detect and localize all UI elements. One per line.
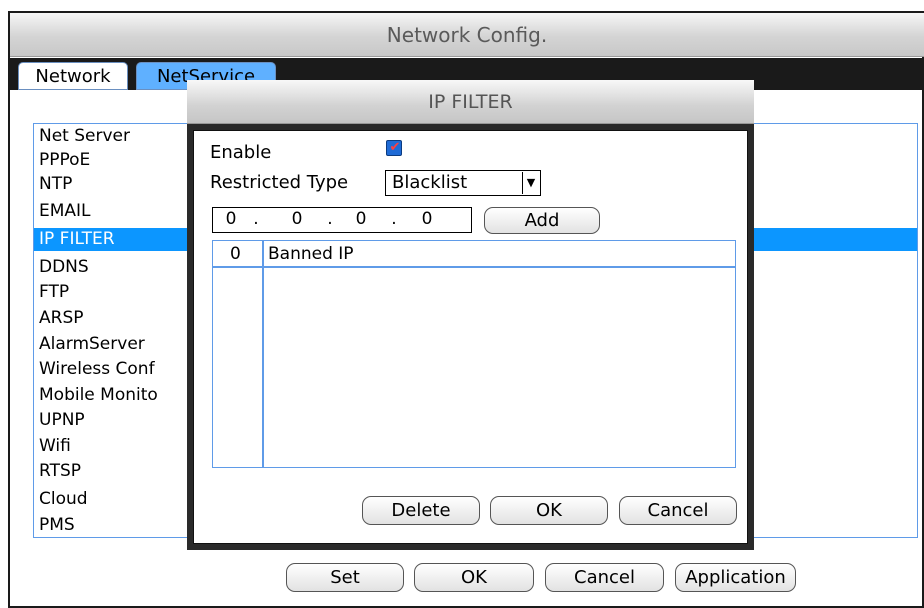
list-item-alarmserver[interactable]: AlarmServer xyxy=(39,333,145,356)
banned-ip-table[interactable] xyxy=(212,240,736,468)
cancel-button[interactable]: Cancel xyxy=(545,563,664,592)
list-item-net-server[interactable]: Net Server xyxy=(39,125,130,148)
dialog-title: IP FILTER xyxy=(187,80,754,124)
list-item-cloud[interactable]: Cloud xyxy=(39,488,88,511)
enable-checkbox[interactable]: ✔ xyxy=(386,140,402,156)
window-title: Network Config. xyxy=(10,13,924,57)
add-button[interactable]: Add xyxy=(484,207,600,234)
list-item-rtsp[interactable]: RTSP xyxy=(39,460,81,483)
ip-octet-4[interactable]: 0 xyxy=(416,207,438,233)
tab-network[interactable]: Network xyxy=(18,62,128,90)
ip-dot: . xyxy=(253,209,259,229)
set-button[interactable]: Set xyxy=(286,563,404,592)
dialog-cancel-button[interactable]: Cancel xyxy=(619,496,737,525)
list-item-pms[interactable]: PMS xyxy=(39,514,75,537)
ip-octet-1[interactable]: 0 xyxy=(220,207,242,233)
banned-ip-header: Banned IP xyxy=(268,244,354,264)
list-item-upnp[interactable]: UPNP xyxy=(39,409,85,432)
list-item-arsp[interactable]: ARSP xyxy=(39,307,83,330)
column-divider xyxy=(262,241,264,467)
list-item-email[interactable]: EMAIL xyxy=(39,200,91,223)
list-item-ddns[interactable]: DDNS xyxy=(39,256,89,279)
restricted-type-select[interactable]: Blacklist xyxy=(385,170,541,196)
list-item-wifi[interactable]: Wifi xyxy=(39,435,71,458)
delete-button[interactable]: Delete xyxy=(362,496,480,525)
dialog-ok-button[interactable]: OK xyxy=(490,496,608,525)
list-item-pppoe[interactable]: PPPoE xyxy=(39,149,90,172)
list-item-ntp[interactable]: NTP xyxy=(39,173,72,196)
restricted-type-label: Restricted Type xyxy=(210,172,349,193)
list-item-ftp[interactable]: FTP xyxy=(39,281,69,304)
list-item-ip-filter[interactable]: IP FILTER xyxy=(39,228,115,251)
ok-button[interactable]: OK xyxy=(414,563,534,592)
enable-label: Enable xyxy=(210,142,272,163)
ip-octet-2[interactable]: 0 xyxy=(286,207,308,233)
ip-dot: . xyxy=(391,209,397,229)
header-divider xyxy=(213,266,735,268)
list-item-mobile-monitor[interactable]: Mobile Monito xyxy=(39,384,158,407)
checkmark-icon: ✔ xyxy=(389,140,401,155)
ip-octet-3[interactable]: 0 xyxy=(350,207,372,233)
list-item-wireless-conf[interactable]: Wireless Conf xyxy=(39,358,155,381)
ip-dot: . xyxy=(327,209,333,229)
table-count-header: 0 xyxy=(230,244,241,264)
dropdown-arrow-icon[interactable]: ▼ xyxy=(522,172,539,194)
application-button[interactable]: Application xyxy=(675,563,796,592)
restricted-type-value: Blacklist xyxy=(392,172,468,193)
